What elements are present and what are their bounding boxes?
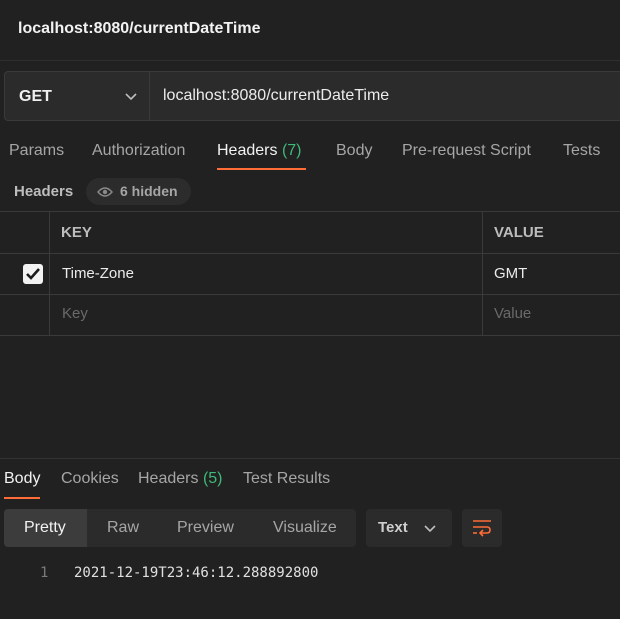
tab-headers-label: Headers xyxy=(217,142,278,159)
checkmark-icon xyxy=(26,268,40,280)
tab-tests[interactable]: Tests xyxy=(563,142,600,160)
table-col-divider xyxy=(49,212,50,335)
active-tab-indicator xyxy=(217,168,306,170)
tab-prerequest-script[interactable]: Pre-request Script xyxy=(402,142,531,160)
format-select[interactable]: Text xyxy=(366,509,452,547)
response-tab-body[interactable]: Body xyxy=(4,470,40,488)
hidden-headers-toggle[interactable]: 6 hidden xyxy=(86,178,191,205)
url-text: localhost:8080/currentDateTime xyxy=(163,87,390,104)
tab-headers-count: (7) xyxy=(281,142,302,159)
url-input[interactable]: localhost:8080/currentDateTime xyxy=(149,71,620,121)
wrap-lines-button[interactable] xyxy=(462,509,502,547)
title-bar: localhost:8080/currentDateTime xyxy=(0,0,620,61)
format-label: Text xyxy=(378,519,408,536)
response-divider xyxy=(0,458,620,459)
hidden-headers-count: 6 hidden xyxy=(120,183,178,199)
view-preview-button[interactable]: Preview xyxy=(177,519,234,537)
request-title[interactable]: localhost:8080/currentDateTime xyxy=(18,20,260,38)
table-header-border xyxy=(0,253,620,254)
response-tab-test-results[interactable]: Test Results xyxy=(243,470,330,488)
header-key-cell[interactable]: Time-Zone xyxy=(62,265,134,282)
chevron-down-icon xyxy=(123,86,139,106)
response-tab-headers-label: Headers xyxy=(138,470,199,487)
chevron-down-icon xyxy=(423,520,437,536)
text-wrap-icon xyxy=(473,520,491,537)
view-mode-group: Pretty Raw Preview Visualize xyxy=(4,509,356,547)
view-raw-button[interactable]: Raw xyxy=(107,519,139,537)
tab-authorization[interactable]: Authorization xyxy=(92,142,185,160)
tab-body[interactable]: Body xyxy=(336,142,372,160)
view-pretty-label: Pretty xyxy=(24,519,66,536)
header-value-cell[interactable]: GMT xyxy=(494,265,527,282)
headers-section-label: Headers xyxy=(14,183,74,200)
table-bottom-border xyxy=(0,335,620,336)
new-key-input[interactable]: Key xyxy=(62,305,88,322)
response-tab-headers[interactable]: Headers (5) xyxy=(138,470,223,488)
tab-params[interactable]: Params xyxy=(9,142,64,160)
response-body-text: 2021-12-19T23:46:12.288892800 xyxy=(74,565,319,581)
response-tab-cookies[interactable]: Cookies xyxy=(61,470,119,488)
new-value-input[interactable]: Value xyxy=(494,305,531,322)
response-active-tab-indicator xyxy=(4,497,40,499)
key-column-header: KEY xyxy=(61,224,92,241)
table-top-border xyxy=(0,211,620,212)
response-tab-headers-count: (5) xyxy=(202,470,223,487)
method-label: GET xyxy=(19,88,52,105)
value-column-header: VALUE xyxy=(494,224,544,241)
table-col-divider xyxy=(482,212,483,335)
method-select[interactable]: GET xyxy=(4,71,150,121)
eye-icon xyxy=(97,185,113,197)
view-pretty-button[interactable]: Pretty xyxy=(4,509,87,547)
table-row-border xyxy=(0,294,620,295)
header-enabled-checkbox[interactable] xyxy=(23,264,43,284)
view-visualize-button[interactable]: Visualize xyxy=(273,519,337,537)
line-number: 1 xyxy=(40,565,49,581)
tab-headers[interactable]: Headers (7) xyxy=(217,142,302,160)
